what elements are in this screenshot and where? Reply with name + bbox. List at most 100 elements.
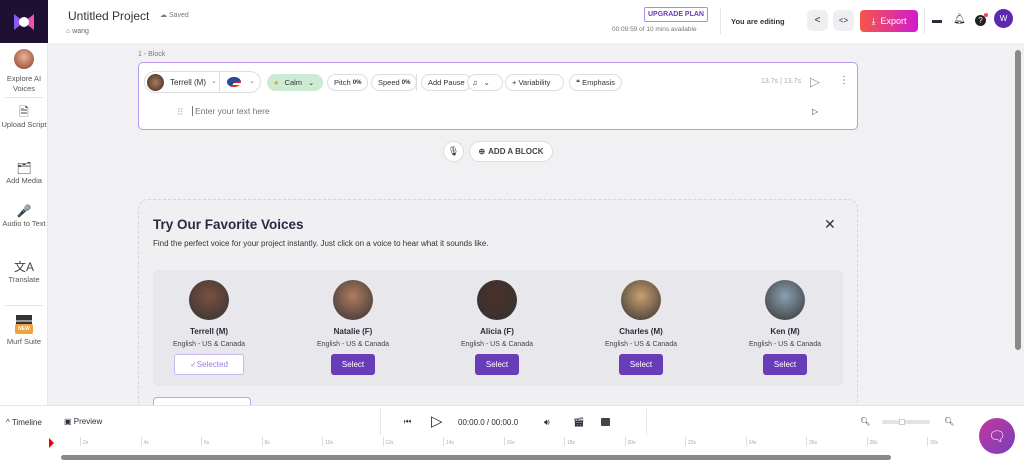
export-button[interactable]: ⤓ Export (860, 10, 918, 32)
header: Untitled Project ☁ Saved ⌂ wang UPGRADE … (48, 0, 1024, 43)
timeline-tick: 24s (745, 437, 757, 446)
voice-avatar (189, 280, 229, 320)
voice-card[interactable]: Ken (M) English - US & Canada Select (725, 280, 845, 375)
preview-icon: ▣ (64, 417, 74, 426)
emoji-icon: ● (274, 78, 279, 87)
voice-name: Natalie (F) (333, 327, 373, 336)
sidebar-item-upload-script[interactable]: 🗎 Upload Script (0, 105, 48, 130)
panel-title: Try Our Favorite Voices (153, 217, 304, 232)
divider (646, 409, 647, 435)
select-voice-button[interactable]: Select (763, 354, 807, 375)
select-voice-button[interactable]: Select (331, 354, 375, 375)
voice-language: English - US & Canada (173, 341, 245, 348)
variability-label: Variability (518, 78, 551, 87)
zoom-slider-thumb[interactable] (898, 419, 905, 425)
timeline-tick: 6s (201, 437, 209, 446)
voice-avatar (765, 280, 805, 320)
project-title[interactable]: Untitled Project (68, 9, 149, 23)
captions-icon[interactable] (601, 418, 610, 426)
play-button[interactable]: ▷ (431, 412, 443, 430)
page-scrollbar[interactable] (1015, 50, 1021, 350)
saved-text: Saved (168, 12, 189, 19)
timeline-toggle[interactable]: ^ Timeline (6, 418, 42, 427)
bell-icon[interactable]: 🔔︎ (953, 14, 966, 25)
user-avatar[interactable]: W (994, 9, 1013, 28)
voice-card[interactable]: Natalie (F) English - US & Canada Select (293, 280, 413, 375)
murf-logo[interactable] (0, 0, 48, 43)
play-text-button[interactable]: ▷ (812, 107, 818, 116)
chat-support-button[interactable]: 🗨︎ (979, 418, 1015, 454)
timeline-scrollbar[interactable] (61, 455, 891, 460)
more-options-icon[interactable]: ⋮ (839, 75, 849, 86)
timeline-tick: 8s (261, 437, 270, 446)
timeline-tick: 4s (140, 437, 149, 446)
divider (380, 409, 381, 435)
voice-language: English - US & Canada (749, 341, 821, 348)
add-pause-button[interactable]: Add Pause (421, 74, 472, 91)
timeline-tick: 26s (806, 437, 817, 446)
clapperboard-icon[interactable]: 🎬︎ (573, 417, 584, 428)
sidebar-label: Audio to Text (2, 219, 46, 228)
block-text-input[interactable] (192, 106, 692, 116)
share-button[interactable]: < (807, 10, 828, 31)
voice-name: Alicia (F) (480, 327, 514, 336)
sidebar-label: Add Media (6, 176, 42, 185)
volume-icon[interactable]: 🔊︎ (544, 417, 550, 428)
voice-name: Ken (M) (770, 327, 800, 336)
sidebar-item-audio-to-text[interactable]: 🎤 Audio to Text (0, 204, 48, 229)
zoom-slider[interactable] (882, 419, 930, 425)
drag-handle-icon[interactable]: ⠿ (177, 107, 184, 118)
pitch-label: Pitch (334, 78, 351, 87)
voice-name: Terrell (M) (170, 78, 206, 87)
add-block-button[interactable]: ⊕ ADD A BLOCK (469, 141, 553, 162)
voice-card[interactable]: Alicia (F) English - US & Canada Select (437, 280, 557, 375)
voice-input-button[interactable]: 🎙︎ (443, 141, 464, 162)
divider (720, 8, 721, 34)
style-dropdown[interactable]: ● Calm ⌄ (267, 74, 323, 91)
code-icon: <> (838, 16, 849, 25)
sidebar-item-add-media[interactable]: 🗂 Add Media (0, 161, 48, 186)
play-block-button[interactable]: ▷ (810, 74, 820, 90)
timeline-tick: 14s (443, 437, 454, 446)
zoom-in-icon[interactable]: 🔍︎ (944, 417, 954, 426)
block-duration: 13.7s | 13.7s (761, 78, 801, 85)
upload-script-icon: 🗎 (19, 105, 29, 119)
voice-selector[interactable]: Terrell (M) ⌄ ⌄ (144, 71, 261, 93)
block-label: 1 - Block (138, 51, 166, 58)
playhead[interactable] (49, 438, 54, 448)
chat-icon: 🗨︎ (988, 428, 1006, 444)
preview-button[interactable]: ▣ Preview (64, 417, 102, 426)
preview-label: Preview (73, 417, 103, 426)
pitch-control[interactable]: Pitch 0% (327, 74, 369, 91)
select-voice-button[interactable]: Select (619, 354, 663, 375)
divider (5, 97, 43, 98)
media-icon: 🗂 (16, 161, 32, 175)
sidebar-item-murf-suite[interactable]: NEW Murf Suite (0, 315, 48, 347)
audio-to-text-icon: 🎤 (16, 204, 32, 218)
close-icon[interactable]: ✕ (824, 216, 836, 233)
voice-card[interactable]: Charles (M) English - US & Canada Select (581, 280, 701, 375)
timeline-tick: 22s (685, 437, 696, 446)
sidebar-label: Explore AI Voices (6, 74, 42, 93)
pronunciation-dropdown[interactable]: ♫ ⌄ (467, 74, 503, 91)
voice-card[interactable]: Terrell (M) English - US & Canada ✓ Selec… (149, 280, 269, 375)
select-voice-button[interactable]: Select (475, 354, 519, 375)
sidebar-item-translate[interactable]: 文A Translate (0, 261, 48, 285)
embed-button[interactable]: <> (833, 10, 854, 31)
comments-icon[interactable]: ▬ (932, 15, 942, 26)
breadcrumb[interactable]: ⌂ wang (66, 28, 89, 35)
skip-back-button[interactable]: ⏮︎ (404, 417, 411, 427)
speed-control[interactable]: Speed 0% (371, 74, 418, 91)
voice-language: English - US & Canada (461, 341, 533, 348)
sidebar-label: Translate (8, 275, 40, 284)
speed-label: Speed (378, 78, 400, 87)
voice-name: Charles (M) (619, 327, 663, 336)
chevron-down-icon: ⌄ (483, 78, 490, 87)
emphasis-button[interactable]: ❝ Emphasis (569, 74, 623, 91)
usage-text: 00:09:59 of 10 mins available (612, 26, 697, 33)
zoom-out-icon[interactable]: 🔍︎ (860, 417, 870, 426)
selected-button[interactable]: ✓ Selected (174, 354, 244, 375)
upgrade-plan-button[interactable]: UPGRADE PLAN (644, 7, 708, 22)
variability-button[interactable]: + Variability (505, 74, 564, 91)
sidebar-item-explore-voices[interactable]: Explore AI Voices (0, 49, 48, 94)
